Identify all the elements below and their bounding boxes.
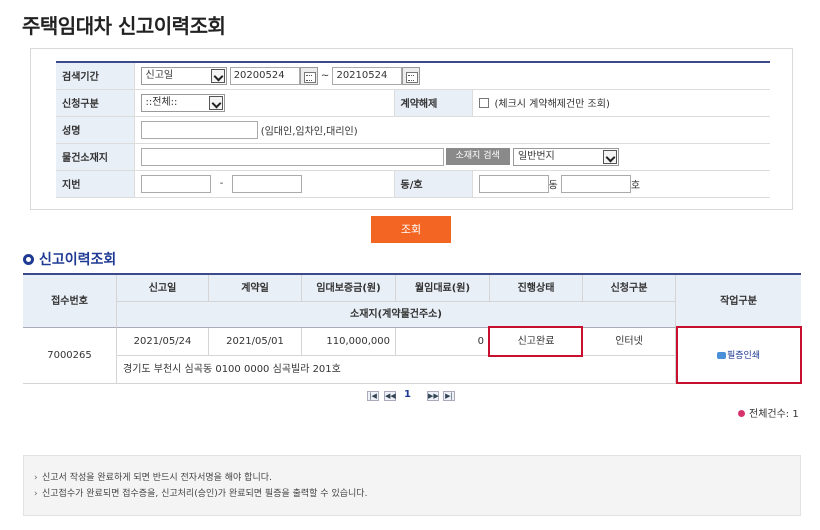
cell-report-date: 2021/05/24 [117, 328, 209, 356]
chevron-down-icon [602, 149, 617, 164]
bullet-circle-icon [23, 254, 34, 265]
apply-type-select[interactable]: ::전체:: [140, 93, 225, 112]
apply-type-label: 신청구분 [56, 89, 135, 117]
col-header-receipt-no: 접수번호 [23, 275, 117, 328]
action-highlight [676, 326, 802, 384]
address-label: 물건소재지 [56, 143, 135, 171]
date-separator: ~ [320, 70, 330, 82]
next-page-icon[interactable]: ▶▶ [427, 391, 439, 401]
period-type-select[interactable]: 신고일 [140, 66, 227, 85]
prev-page-icon[interactable]: ◀◀ [384, 391, 396, 401]
address-search-button[interactable]: 소재지 검색 [445, 148, 510, 165]
date-to-input[interactable]: 20210524 [332, 66, 403, 85]
search-button[interactable]: 조회 [371, 216, 451, 243]
lot-main-input[interactable] [140, 174, 211, 193]
address-input[interactable] [140, 147, 444, 166]
search-form: 검색기간 신고일 20200524 ~ 20210524 신청구분 ::전체::… [30, 48, 793, 210]
section-title: 신고이력조회 [23, 249, 116, 269]
col-header-monthly-rent: 월임대료(원) [396, 275, 490, 302]
lot-type-select[interactable]: 일반번지 [512, 147, 619, 166]
notice-item: › 신고접수가 완료되면 접수증을, 신고처리(승인)가 완료되면 필증을 출력할… [34, 489, 368, 499]
lot-sub-input[interactable] [232, 174, 303, 193]
name-label: 성명 [56, 116, 135, 144]
col-header-report-date: 신고일 [117, 275, 209, 302]
col-header-location: 소재지(계약물건주소) [117, 302, 676, 328]
cell-receipt-no: 7000265 [23, 328, 117, 384]
ho-unit: 호 [630, 180, 641, 191]
notice-item: › 신고서 작성을 완료하게 되면 반드시 전자서명을 해야 합니다. [34, 473, 272, 483]
period-label: 검색기간 [56, 61, 135, 90]
date-from-input[interactable]: 20200524 [229, 66, 300, 85]
dong-input[interactable] [478, 174, 549, 193]
dong-unit: 동 [548, 180, 558, 191]
cancel-checkbox[interactable] [478, 97, 489, 108]
cell-apply-type: 인터넷 [583, 328, 676, 356]
calendar-icon[interactable] [299, 66, 318, 85]
notice-box: › 신고서 작성을 완료하게 되면 반드시 전자서명을 해야 합니다. › 신고접수… [23, 455, 801, 516]
cell-contract-date: 2021/05/01 [209, 328, 302, 356]
status-highlight [488, 326, 583, 357]
chevron-down-icon [210, 68, 225, 83]
lot-dash: - [219, 178, 224, 189]
dong-label: 동/호 [393, 170, 473, 198]
cell-monthly-rent: 0 [396, 328, 490, 356]
col-header-status: 진행상태 [490, 275, 583, 302]
cell-address: 경기도 부천시 심곡동 0100 0000 심곡빌라 201호 [117, 356, 676, 384]
lot-label: 지번 [56, 170, 135, 198]
ho-input[interactable] [560, 174, 631, 193]
col-header-action: 작업구분 [676, 275, 801, 328]
bullet-dot-icon [738, 410, 745, 417]
page-title: 주택임대차 신고이력조회 [22, 14, 226, 38]
chevron-down-icon [208, 95, 223, 110]
current-page[interactable]: 1 [404, 389, 411, 400]
col-header-deposit: 임대보증금(원) [302, 275, 396, 302]
name-hint: (임대인,임차인,대리인) [260, 126, 358, 137]
cell-deposit: 110,000,000 [302, 328, 396, 356]
col-header-contract-date: 계약일 [209, 275, 302, 302]
cancel-label: 계약해제 [393, 89, 473, 117]
calendar-icon[interactable] [402, 66, 421, 85]
cancel-hint: (체크시 계약해제건만 조회) [494, 99, 610, 110]
name-input[interactable] [140, 120, 258, 139]
first-page-icon[interactable]: |◀ [367, 391, 379, 401]
total-count: 전체건수: 1 [738, 405, 799, 420]
col-header-apply-type: 신청구분 [583, 275, 676, 302]
last-page-icon[interactable]: ▶| [443, 391, 455, 401]
